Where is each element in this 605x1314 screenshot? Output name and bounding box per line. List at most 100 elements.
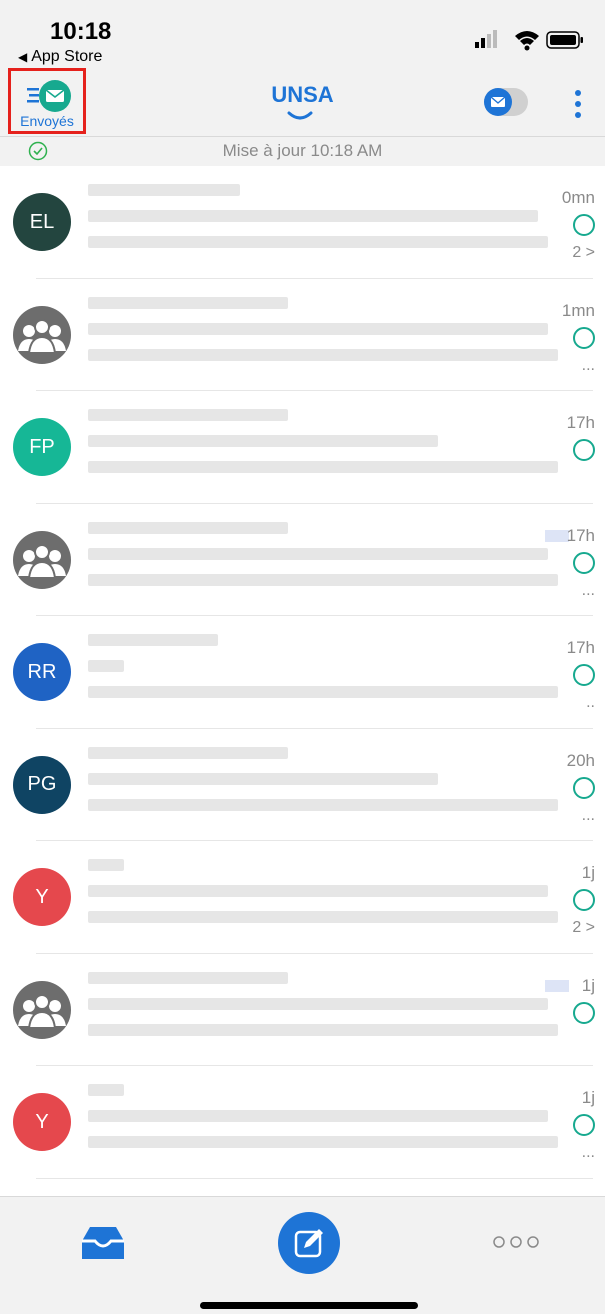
- unread-status-icon[interactable]: [573, 1114, 595, 1136]
- unread-status-icon[interactable]: [573, 664, 595, 686]
- redacted-text: [88, 686, 558, 698]
- message-time: 1j: [581, 863, 595, 882]
- redacted-text: [88, 210, 538, 222]
- unread-status-icon[interactable]: [573, 889, 595, 911]
- unread-status-icon[interactable]: [573, 1001, 595, 1024]
- avatar-initials: Y: [35, 885, 49, 908]
- redacted-text: [88, 746, 288, 759]
- redacted-text: [88, 1023, 558, 1036]
- bottom-tab-bar: [0, 1196, 605, 1314]
- compose-button[interactable]: [278, 1212, 340, 1274]
- back-triangle-icon: ◀: [18, 50, 28, 64]
- message-row[interactable]: EL 0mn 2 >: [0, 166, 605, 279]
- avatar-initials: FP: [29, 435, 55, 458]
- redacted-text: [88, 885, 548, 897]
- message-extra: ..: [586, 694, 595, 711]
- status-bar: 10:18 ◀ App Store: [0, 0, 605, 70]
- avatar-initials: PG: [27, 773, 57, 795]
- avatar-initials: Y: [35, 1110, 49, 1133]
- avatar: [13, 980, 71, 1039]
- status-time: 10:18: [50, 18, 112, 45]
- avatar: EL: [13, 193, 71, 251]
- redacted-text: [88, 772, 438, 785]
- message-row[interactable]: 17h...: [0, 504, 605, 616]
- redacted-text: [88, 1084, 124, 1096]
- message-extra: ...: [581, 356, 595, 374]
- avatar: RR: [13, 643, 71, 701]
- avatar: PG: [13, 755, 71, 814]
- compose-icon: [294, 1229, 323, 1258]
- redacted-text: [88, 911, 558, 923]
- redacted-text: [88, 184, 240, 196]
- message-time: 17h: [566, 638, 595, 657]
- mail-toggle-switch[interactable]: [484, 88, 528, 116]
- message-time: 1j: [581, 1088, 595, 1107]
- message-row[interactable]: 1mn...: [0, 279, 605, 391]
- redacted-text: [88, 573, 558, 586]
- message-extra: ...: [581, 806, 595, 824]
- unread-status-icon[interactable]: [573, 776, 595, 799]
- back-to-app-store[interactable]: ◀ App Store: [18, 48, 102, 66]
- message-row[interactable]: FP 17h: [0, 391, 605, 504]
- redacted-text: [88, 322, 548, 335]
- signal-icon: [475, 30, 497, 48]
- message-extra: ...: [581, 581, 595, 599]
- message-time: 1mn: [561, 300, 595, 320]
- attachment-tag: [545, 979, 569, 992]
- redacted-text: [88, 461, 558, 473]
- top-bar: Envoyés UNSA: [0, 68, 605, 137]
- redacted-text: [88, 859, 124, 871]
- chevron-down-icon[interactable]: [286, 110, 314, 124]
- wifi-icon: [515, 31, 539, 51]
- redacted-text: [88, 971, 288, 984]
- more-horizontal-icon[interactable]: [492, 1235, 540, 1249]
- redacted-text: [88, 296, 288, 309]
- redacted-text: [88, 660, 124, 672]
- message-time: 1j: [581, 975, 595, 995]
- avatar: Y: [13, 868, 71, 926]
- message-time: 20h: [566, 750, 595, 770]
- redacted-text: [88, 1110, 548, 1122]
- redacted-text: [88, 997, 548, 1010]
- redacted-text: [88, 798, 558, 811]
- group-avatar-icon: [18, 318, 66, 354]
- message-row[interactable]: RR 17h..: [0, 616, 605, 729]
- more-vertical-icon[interactable]: [566, 88, 590, 122]
- message-row[interactable]: Y 1j...: [0, 1066, 605, 1179]
- avatar: [13, 530, 71, 589]
- redacted-text: [88, 348, 558, 361]
- avatar: [13, 305, 71, 364]
- avatar-initials: RR: [27, 660, 57, 683]
- avatar: Y: [13, 1093, 71, 1151]
- avatar-initials: EL: [29, 210, 55, 233]
- message-time: 0mn: [561, 188, 595, 207]
- redacted-text: [88, 236, 548, 248]
- redacted-text: [88, 435, 438, 447]
- home-indicator[interactable]: [200, 1302, 418, 1309]
- update-status-text: Mise à jour 10:18 AM: [222, 141, 383, 160]
- avatar: FP: [13, 418, 71, 476]
- row-divider: [36, 1177, 593, 1179]
- system-status-icons: [475, 30, 583, 51]
- unread-status-icon[interactable]: [573, 214, 595, 236]
- back-app-label: App Store: [31, 48, 103, 65]
- redacted-text: [88, 547, 548, 560]
- message-row[interactable]: Y 1j 2 >: [0, 841, 605, 954]
- message-row[interactable]: 1j: [0, 954, 605, 1066]
- unread-status-icon[interactable]: [573, 326, 595, 349]
- unread-status-icon[interactable]: [573, 439, 595, 461]
- message-time: 17h: [566, 525, 595, 545]
- mail-icon: [490, 96, 506, 107]
- toggle-knob: [484, 88, 512, 116]
- unread-status-icon[interactable]: [573, 551, 595, 574]
- redacted-text: [88, 521, 288, 534]
- update-banner: Mise à jour 10:18 AM: [0, 137, 605, 166]
- inbox-icon[interactable]: [80, 1225, 126, 1261]
- battery-icon: [546, 31, 583, 49]
- message-row[interactable]: PG 20h...: [0, 729, 605, 841]
- attachment-tag: [545, 529, 569, 542]
- group-avatar-icon: [18, 993, 66, 1029]
- sent-label: Envoyés: [20, 113, 74, 129]
- redacted-text: [88, 409, 288, 421]
- message-extra: 2 >: [572, 244, 595, 261]
